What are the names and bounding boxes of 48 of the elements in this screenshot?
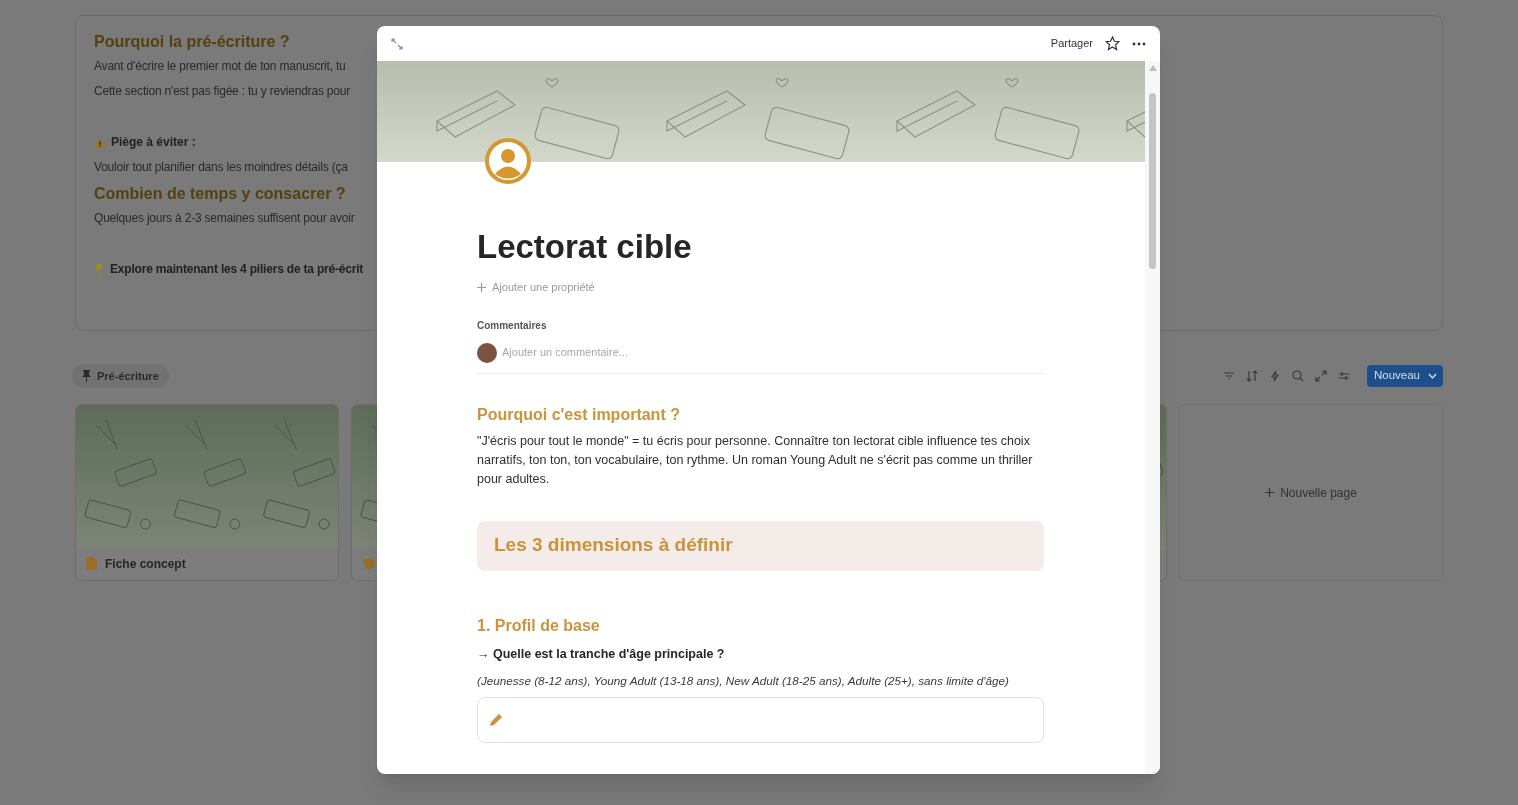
paragraph: Cette section n'est pas figée : tu y reviendras pour: [94, 83, 351, 100]
expand-icon[interactable]: [1314, 370, 1327, 382]
answer-box[interactable]: [477, 696, 1044, 743]
blob-icon: [362, 557, 376, 570]
paragraph: "J'écris pour tout le monde" = tu écris pour personne. Connaître ton lectorat cible influence tes choix narratifs, ton ton, ton vocabulaire, ton rythme. Un roman Young Adult ne s'écrit pas comme un thriller pour adultes.: [477, 432, 1034, 488]
scrollbar[interactable]: [1145, 61, 1160, 774]
pencil-icon: [489, 712, 504, 727]
pointing-hand-icon: [94, 263, 104, 276]
plus-icon: [1265, 488, 1275, 497]
filter-icon[interactable]: [1222, 370, 1235, 382]
lightning-icon[interactable]: [1268, 370, 1281, 382]
scroll-thumb[interactable]: [1149, 93, 1156, 269]
callout-text: Explore maintenant les 4 piliers de ta pré-écrit: [110, 261, 364, 278]
new-button[interactable]: Nouveau: [1366, 365, 1443, 387]
card-title: Fiche concept: [105, 555, 186, 573]
sort-icon[interactable]: [1245, 370, 1258, 382]
plus-icon: [477, 282, 486, 292]
view-tab[interactable]: Pré-écriture: [72, 364, 169, 388]
pin-icon: [82, 370, 91, 382]
new-page-card[interactable]: Nouvelle page: [1179, 404, 1443, 581]
hint-text: (Jeunesse (8-12 ans), Young Adult (13-18 ans), New Adult (18-25 ans), Adulte (25+), sans limite d'âge): [477, 672, 1010, 689]
chevron-down-icon: [1428, 373, 1437, 379]
warning-icon: [94, 136, 106, 149]
page-title: Lectorat cible: [477, 227, 693, 267]
gallery-card[interactable]: Fiche concept: [75, 404, 339, 581]
settings-icon[interactable]: [1337, 370, 1350, 382]
paragraph: Quelques jours à 2-3 semaines suffisent pour avoir: [94, 210, 355, 227]
callout-heading: Les 3 dimensions à définir: [477, 520, 1044, 571]
document-icon: [86, 557, 97, 571]
section-heading: Pourquoi la pré-écriture ?: [94, 32, 290, 52]
section-heading: 1. Profil de base: [477, 615, 601, 636]
comment-input[interactable]: Ajouter un commentaire...: [502, 344, 1044, 361]
paragraph: Avant d'écrire le premier mot de ton manuscrit, tu: [94, 58, 346, 75]
section-heading: Pourquoi c'est important ?: [477, 404, 681, 425]
star-icon[interactable]: [1105, 36, 1120, 51]
comments-label: Commentaires: [477, 318, 548, 333]
scroll-up-icon[interactable]: [1148, 65, 1157, 71]
add-property-button[interactable]: Ajouter une propriété: [477, 279, 1044, 296]
user-avatar: [477, 342, 497, 363]
collapse-icon[interactable]: [391, 37, 403, 50]
avatar-icon: [484, 137, 532, 185]
share-button[interactable]: Partager: [1050, 35, 1093, 52]
section-heading: Combien de temps y consacrer ?: [94, 184, 346, 204]
warning-label: Piège à éviter :: [111, 134, 196, 151]
search-icon[interactable]: [1291, 370, 1304, 382]
paragraph: Vouloir tout planifier dans les moindres détails (ça: [94, 159, 348, 176]
more-icon[interactable]: [1132, 41, 1146, 46]
question-text: → Quelle est la tranche d'âge principale ?: [477, 645, 726, 663]
